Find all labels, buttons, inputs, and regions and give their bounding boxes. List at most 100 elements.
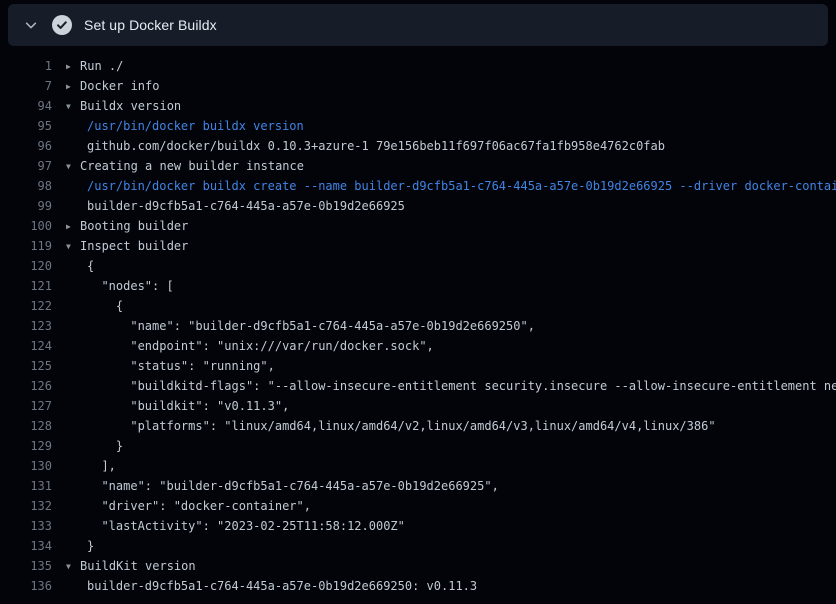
output-text: ], <box>66 456 116 476</box>
group-label: BuildKit version <box>80 559 196 573</box>
group-label: Inspect builder <box>80 239 188 253</box>
log-line-row: 99 builder-d9cfb5a1-c764-445a-a57e-0b19d2… <box>0 196 836 216</box>
line-number[interactable]: 124 <box>0 336 52 356</box>
line-number[interactable]: 128 <box>0 416 52 436</box>
check-circle-icon <box>52 15 72 35</box>
line-number[interactable]: 7 <box>0 76 52 96</box>
log-group-row: 94 ▼Buildx version <box>0 96 836 116</box>
line-number[interactable]: 97 <box>0 156 52 176</box>
log-line-row: 98/usr/bin/docker buildx create --name b… <box>0 176 836 196</box>
log-line-row: 136 builder-d9cfb5a1-c764-445a-a57e-0b19d… <box>0 576 836 596</box>
output-text: "name": "builder-d9cfb5a1-c764-445a-a57e… <box>66 476 499 496</box>
line-number[interactable]: 131 <box>0 476 52 496</box>
log-line-row: 96 github.com/docker/buildx 0.10.3+azure-… <box>0 136 836 156</box>
line-number[interactable]: 125 <box>0 356 52 376</box>
group-label: Booting builder <box>80 219 188 233</box>
output-text: } <box>66 536 94 556</box>
triangle-down-icon: ▼ <box>66 237 80 257</box>
triangle-down-icon: ▼ <box>66 557 80 577</box>
output-text: "nodes": [ <box>66 276 174 296</box>
line-number[interactable]: 98 <box>0 176 52 196</box>
line-number[interactable]: 120 <box>0 256 52 276</box>
line-number[interactable]: 135 <box>0 556 52 576</box>
log-line-row: 134} <box>0 536 836 556</box>
line-number[interactable]: 123 <box>0 316 52 336</box>
output-text: "buildkit": "v0.11.3", <box>66 396 289 416</box>
log-line-row: 95/usr/bin/docker buildx version <box>0 116 836 136</box>
line-number[interactable]: 126 <box>0 376 52 396</box>
log-line-row: 125 "status": "running", <box>0 356 836 376</box>
line-number[interactable]: 132 <box>0 496 52 516</box>
line-number[interactable]: 94 <box>0 96 52 116</box>
output-text: "status": "running", <box>66 356 275 376</box>
log-group-row: 97 ▼Creating a new builder instance <box>0 156 836 176</box>
line-number[interactable]: 134 <box>0 536 52 556</box>
line-number[interactable]: 130 <box>0 456 52 476</box>
log-group-row: 1 ▶Run ./ <box>0 56 836 76</box>
group-header[interactable]: ▶Docker info <box>66 76 159 96</box>
output-text: github.com/docker/buildx 0.10.3+azure-1 … <box>66 136 665 156</box>
output-text: "driver": "docker-container", <box>66 496 311 516</box>
group-header[interactable]: ▼Inspect builder <box>66 236 188 256</box>
output-text: builder-d9cfb5a1-c764-445a-a57e-0b19d2e6… <box>66 576 477 596</box>
line-number[interactable]: 127 <box>0 396 52 416</box>
log-line-row: 122 { <box>0 296 836 316</box>
log-group-row: 7 ▶Docker info <box>0 76 836 96</box>
log-line-row: 130 ], <box>0 456 836 476</box>
line-number[interactable]: 99 <box>0 196 52 216</box>
group-header[interactable]: ▶Run ./ <box>66 56 123 76</box>
group-label: Buildx version <box>80 99 181 113</box>
output-text: { <box>66 296 123 316</box>
group-label: Run ./ <box>80 59 123 73</box>
line-number[interactable]: 133 <box>0 516 52 536</box>
group-label: Docker info <box>80 79 159 93</box>
step-title: Set up Docker Buildx <box>84 17 217 33</box>
output-text: "buildkitd-flags": "--allow-insecure-ent… <box>66 376 836 396</box>
step-header[interactable]: Set up Docker Buildx <box>8 4 828 46</box>
line-number[interactable]: 96 <box>0 136 52 156</box>
log-group-row: 100 ▶Booting builder <box>0 216 836 236</box>
line-number[interactable]: 129 <box>0 436 52 456</box>
log-group-row: 119 ▼Inspect builder <box>0 236 836 256</box>
line-number[interactable]: 121 <box>0 276 52 296</box>
log-line-row: 128 "platforms": "linux/amd64,linux/amd6… <box>0 416 836 436</box>
line-number[interactable]: 122 <box>0 296 52 316</box>
log-line-row: 127 "buildkit": "v0.11.3", <box>0 396 836 416</box>
line-number[interactable]: 119 <box>0 236 52 256</box>
group-header[interactable]: ▶Booting builder <box>66 216 188 236</box>
output-text: "platforms": "linux/amd64,linux/amd64/v2… <box>66 416 716 436</box>
line-number[interactable]: 1 <box>0 56 52 76</box>
log-line-row: 131 "name": "builder-d9cfb5a1-c764-445a-… <box>0 476 836 496</box>
group-label: Creating a new builder instance <box>80 159 304 173</box>
triangle-down-icon: ▼ <box>66 157 80 177</box>
log-group-row: 135 ▼BuildKit version <box>0 556 836 576</box>
log-line-row: 124 "endpoint": "unix:///var/run/docker.… <box>0 336 836 356</box>
triangle-down-icon: ▼ <box>66 97 80 117</box>
output-text: "name": "builder-d9cfb5a1-c764-445a-a57e… <box>66 316 535 336</box>
output-text: { <box>66 256 94 276</box>
log-line-row: 129 } <box>0 436 836 456</box>
triangle-right-icon: ▶ <box>66 217 80 237</box>
log-line-row: 123 "name": "builder-d9cfb5a1-c764-445a-… <box>0 316 836 336</box>
group-header[interactable]: ▼BuildKit version <box>66 556 196 576</box>
log-line-row: 121 "nodes": [ <box>0 276 836 296</box>
triangle-right-icon: ▶ <box>66 77 80 97</box>
command-text: /usr/bin/docker buildx version <box>66 116 304 136</box>
log-container: 1▶Run ./7▶Docker info94▼Buildx version95… <box>0 46 836 596</box>
output-text: builder-d9cfb5a1-c764-445a-a57e-0b19d2e6… <box>66 196 405 216</box>
line-number[interactable]: 95 <box>0 116 52 136</box>
output-text: "endpoint": "unix:///var/run/docker.sock… <box>66 336 434 356</box>
chevron-down-icon[interactable] <box>18 12 44 38</box>
output-text: "lastActivity": "2023-02-25T11:58:12.000… <box>66 516 405 536</box>
line-number[interactable]: 100 <box>0 216 52 236</box>
command-text: /usr/bin/docker buildx create --name bui… <box>66 176 836 196</box>
triangle-right-icon: ▶ <box>66 57 80 77</box>
log-line-row: 126 "buildkitd-flags": "--allow-insecure… <box>0 376 836 396</box>
group-header[interactable]: ▼Creating a new builder instance <box>66 156 304 176</box>
log-line-row: 132 "driver": "docker-container", <box>0 496 836 516</box>
log-line-row: 133 "lastActivity": "2023-02-25T11:58:12… <box>0 516 836 536</box>
log-line-row: 120 { <box>0 256 836 276</box>
output-text: } <box>66 436 123 456</box>
line-number[interactable]: 136 <box>0 576 52 596</box>
group-header[interactable]: ▼Buildx version <box>66 96 181 116</box>
